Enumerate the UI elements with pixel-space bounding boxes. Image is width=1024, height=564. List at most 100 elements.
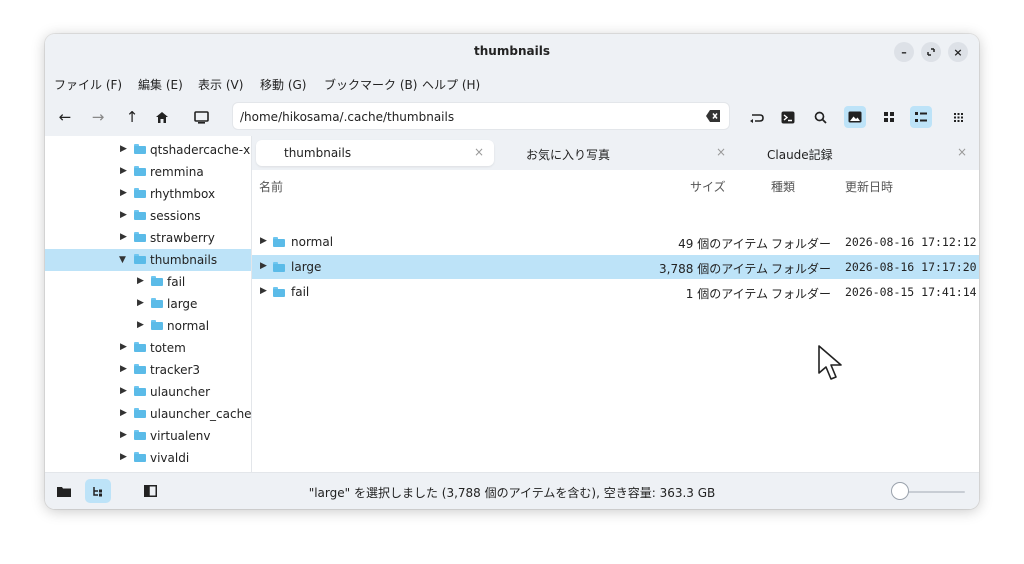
expand-arrow-icon[interactable]: ▶ bbox=[120, 232, 128, 242]
maximize-button[interactable] bbox=[921, 42, 941, 62]
search-icon[interactable] bbox=[809, 106, 831, 128]
folder-icon bbox=[151, 298, 163, 308]
expand-arrow-icon[interactable]: ▶ bbox=[120, 342, 128, 352]
expand-arrow-icon[interactable]: ▶ bbox=[120, 166, 128, 176]
file-manager-window: thumbnails – × ファイル (F) 編集 (E) 表示 (V) 移動… bbox=[45, 34, 979, 509]
tree-item[interactable]: ▶ totem bbox=[45, 337, 251, 359]
expand-arrow-icon[interactable]: ▶ bbox=[120, 364, 128, 374]
column-header-kind[interactable]: 種類 bbox=[771, 178, 795, 195]
folder-icon bbox=[134, 232, 146, 242]
table-row[interactable]: ▶ fail 1 個のアイテム フォルダー 2026-08-15 17:41:1… bbox=[252, 280, 979, 304]
back-arrow-icon[interactable]: ← bbox=[54, 106, 76, 128]
expand-arrow-icon[interactable]: ▶ bbox=[120, 210, 128, 220]
folder-icon bbox=[134, 166, 146, 176]
home-icon[interactable] bbox=[151, 106, 173, 128]
expand-arrow-icon[interactable]: ▶ bbox=[137, 320, 145, 330]
tab-close-icon[interactable]: × bbox=[957, 145, 967, 159]
expand-arrow-icon[interactable]: ▶ bbox=[120, 408, 128, 418]
collapse-arrow-icon[interactable]: ▼ bbox=[119, 255, 127, 265]
image-view-icon[interactable] bbox=[844, 106, 866, 128]
forward-arrow-icon[interactable]: → bbox=[87, 106, 109, 128]
column-header-name[interactable]: 名前 bbox=[259, 178, 283, 195]
zoom-slider-track[interactable] bbox=[901, 491, 965, 493]
menu-help[interactable]: ヘルプ (H) bbox=[422, 76, 480, 93]
status-message: "large" を選択しました (3,788 個のアイテムを含む), 空き容量:… bbox=[308, 486, 716, 500]
expand-arrow-icon[interactable]: ▶ bbox=[120, 144, 128, 154]
folder-icon bbox=[273, 262, 285, 272]
expand-arrow-icon[interactable]: ▶ bbox=[260, 261, 267, 271]
folder-icon bbox=[134, 364, 146, 374]
window-title: thumbnails bbox=[474, 44, 550, 58]
tree-item[interactable]: ▶ fail bbox=[45, 271, 251, 293]
folder-icon bbox=[134, 386, 146, 396]
column-header-size[interactable]: サイズ bbox=[690, 178, 726, 195]
mouse-cursor-icon bbox=[818, 345, 842, 380]
table-row-selected[interactable]: ▶ large 3,788 個のアイテム フォルダー 2026-08-16 17… bbox=[252, 255, 979, 279]
folder-icon bbox=[134, 210, 146, 220]
folder-icon bbox=[134, 452, 146, 462]
minimize-button[interactable]: – bbox=[894, 42, 914, 62]
tree-item[interactable]: ▶ ulauncher_cache bbox=[45, 403, 251, 425]
title-bar: thumbnails – × bbox=[45, 34, 979, 68]
folder-icon bbox=[273, 287, 285, 297]
location-bar[interactable]: /home/hikosama/.cache/thumbnails bbox=[232, 102, 730, 130]
folder-icon bbox=[273, 237, 285, 247]
folder-icon bbox=[134, 342, 146, 352]
tree-item[interactable]: ▶ large bbox=[45, 293, 251, 315]
clear-icon[interactable] bbox=[705, 109, 721, 123]
tree-item[interactable]: ▶ ulauncher bbox=[45, 381, 251, 403]
tab-favorite-photos[interactable]: お気に入り写真 × bbox=[498, 140, 736, 166]
expand-arrow-icon[interactable]: ▶ bbox=[137, 298, 145, 308]
menu-edit[interactable]: 編集 (E) bbox=[138, 76, 183, 93]
tab-bar: thumbnails × お気に入り写真 × Claude記録 × bbox=[252, 136, 979, 170]
expand-arrow-icon[interactable]: ▶ bbox=[120, 452, 128, 462]
expand-arrow-icon[interactable]: ▶ bbox=[137, 276, 145, 286]
tab-close-icon[interactable]: × bbox=[474, 145, 484, 159]
maximize-icon bbox=[927, 48, 935, 56]
folder-open-icon bbox=[134, 254, 146, 264]
up-arrow-icon[interactable]: ↑ bbox=[121, 106, 143, 128]
expand-arrow-icon[interactable]: ▶ bbox=[260, 236, 267, 246]
expand-arrow-icon[interactable]: ▶ bbox=[120, 386, 128, 396]
compact-view-icon[interactable] bbox=[947, 106, 969, 128]
folder-icon bbox=[134, 408, 146, 418]
tree-item-selected[interactable]: ▼ thumbnails bbox=[45, 249, 251, 271]
table-row[interactable]: ▶ normal 49 個のアイテム フォルダー 2026-08-16 17:1… bbox=[252, 230, 979, 254]
tree-item[interactable]: ▶ vivaldi bbox=[45, 447, 251, 469]
tree-item[interactable]: ▶ sessions bbox=[45, 205, 251, 227]
folder-tree[interactable]: ▶ qtshadercache-x ▶ remmina ▶ rhythmbox … bbox=[45, 136, 252, 472]
menu-file[interactable]: ファイル (F) bbox=[54, 76, 122, 93]
tab-claude-records[interactable]: Claude記録 × bbox=[739, 140, 977, 166]
tab-close-icon[interactable]: × bbox=[716, 145, 726, 159]
folder-icon bbox=[151, 276, 163, 286]
tree-item[interactable]: ▶ virtualenv bbox=[45, 425, 251, 447]
tree-item[interactable]: ▶ tracker3 bbox=[45, 359, 251, 381]
file-list-pane: thumbnails × お気に入り写真 × Claude記録 × 名前 サイズ… bbox=[252, 136, 979, 472]
terminal-icon[interactable] bbox=[777, 106, 799, 128]
toolbar: ← → ↑ /home/hikosama/.cache/thumbnails bbox=[45, 96, 979, 136]
tree-item[interactable]: ▶ remmina bbox=[45, 161, 251, 183]
tree-item[interactable]: ▶ normal bbox=[45, 315, 251, 337]
tree-item[interactable]: ▶ rhythmbox bbox=[45, 183, 251, 205]
expand-arrow-icon[interactable]: ▶ bbox=[120, 188, 128, 198]
tree-item[interactable]: ▶ qtshadercache-x bbox=[45, 139, 251, 161]
zoom-slider-handle[interactable] bbox=[891, 482, 909, 500]
menu-go[interactable]: 移動 (G) bbox=[260, 76, 306, 93]
tree-item[interactable]: ▶ strawberry bbox=[45, 227, 251, 249]
status-bar: "large" を選択しました (3,788 個のアイテムを含む), 空き容量:… bbox=[45, 472, 979, 509]
expand-arrow-icon[interactable]: ▶ bbox=[260, 286, 267, 296]
list-view-icon[interactable] bbox=[910, 106, 932, 128]
expand-arrow-icon[interactable]: ▶ bbox=[120, 430, 128, 440]
folder-icon bbox=[134, 188, 146, 198]
menu-bar: ファイル (F) 編集 (E) 表示 (V) 移動 (G) ブックマーク (B)… bbox=[45, 68, 979, 96]
folder-icon bbox=[134, 144, 146, 154]
computer-icon[interactable] bbox=[190, 106, 212, 128]
column-header-modified[interactable]: 更新日時 bbox=[845, 178, 893, 195]
menu-view[interactable]: 表示 (V) bbox=[198, 76, 243, 93]
tab-thumbnails[interactable]: thumbnails × bbox=[256, 140, 494, 166]
close-button[interactable]: × bbox=[948, 42, 968, 62]
folder-icon bbox=[151, 320, 163, 330]
grid-view-icon[interactable] bbox=[878, 106, 900, 128]
undo-icon[interactable] bbox=[746, 106, 768, 128]
menu-bookmarks[interactable]: ブックマーク (B) bbox=[324, 76, 417, 93]
